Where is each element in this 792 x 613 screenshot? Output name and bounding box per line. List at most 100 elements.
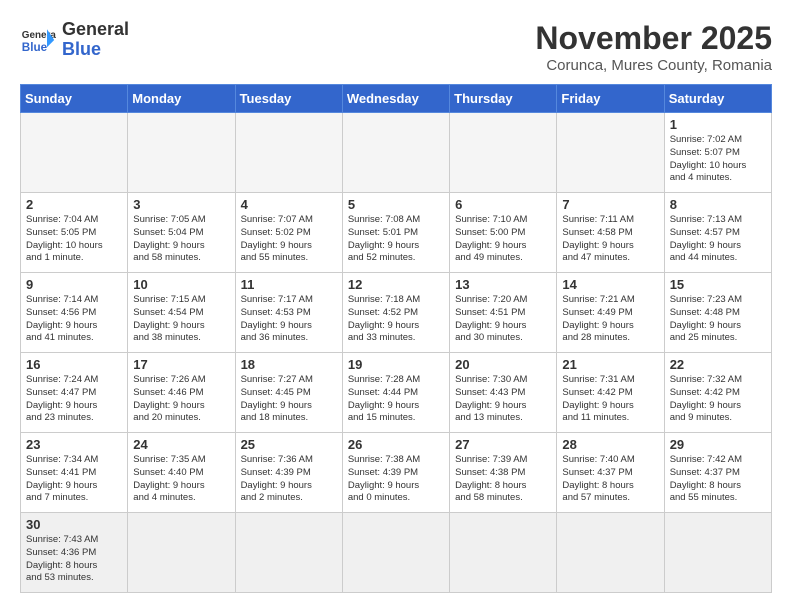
day-info: Sunrise: 7:08 AM Sunset: 5:01 PM Dayligh… (348, 214, 444, 265)
calendar-week-row: 2 Sunrise: 7:04 AM Sunset: 5:05 PM Daylig… (21, 193, 772, 273)
day-number: 11 (241, 277, 337, 292)
day-info: Sunrise: 7:14 AM Sunset: 4:56 PM Dayligh… (26, 294, 122, 345)
day-info: Sunrise: 7:39 AM Sunset: 4:38 PM Dayligh… (455, 454, 551, 505)
day-number: 16 (26, 357, 122, 372)
day-info: Sunrise: 7:07 AM Sunset: 5:02 PM Dayligh… (241, 214, 337, 265)
logo-icon: General Blue (20, 22, 56, 58)
calendar-cell: 3 Sunrise: 7:05 AM Sunset: 5:04 PM Daylig… (128, 193, 235, 273)
page-header: General Blue General Blue November 2025 … (20, 20, 772, 74)
svg-text:Blue: Blue (22, 41, 48, 54)
day-number: 17 (133, 357, 229, 372)
day-number: 1 (670, 117, 766, 132)
calendar-cell: 5 Sunrise: 7:08 AM Sunset: 5:01 PM Daylig… (342, 193, 449, 273)
day-number: 6 (455, 197, 551, 212)
calendar-week-row: 9 Sunrise: 7:14 AM Sunset: 4:56 PM Daylig… (21, 273, 772, 353)
calendar-cell: 26 Sunrise: 7:38 AM Sunset: 4:39 PM Dayli… (342, 433, 449, 513)
day-info: Sunrise: 7:35 AM Sunset: 4:40 PM Dayligh… (133, 454, 229, 505)
weekday-header-thursday: Thursday (450, 85, 557, 113)
month-title: November 2025 (535, 20, 772, 57)
day-number: 9 (26, 277, 122, 292)
day-number: 3 (133, 197, 229, 212)
calendar-cell: 2 Sunrise: 7:04 AM Sunset: 5:05 PM Daylig… (21, 193, 128, 273)
day-info: Sunrise: 7:36 AM Sunset: 4:39 PM Dayligh… (241, 454, 337, 505)
calendar-cell: 21Sunrise: 7:31 AM Sunset: 4:42 PM Dayli… (557, 353, 664, 433)
day-info: Sunrise: 7:20 AM Sunset: 4:51 PM Dayligh… (455, 294, 551, 345)
calendar-cell: 27 Sunrise: 7:39 AM Sunset: 4:38 PM Dayli… (450, 433, 557, 513)
calendar-cell: 30 Sunrise: 7:43 AM Sunset: 4:36 PM Dayli… (21, 513, 128, 593)
day-number: 26 (348, 437, 444, 452)
calendar-cell: 16 Sunrise: 7:24 AM Sunset: 4:47 PM Dayli… (21, 353, 128, 433)
calendar-cell: 7Sunrise: 7:11 AM Sunset: 4:58 PM Daylig… (557, 193, 664, 273)
day-number: 2 (26, 197, 122, 212)
calendar-cell (342, 513, 449, 593)
calendar-cell: 23Sunrise: 7:34 AM Sunset: 4:41 PM Dayli… (21, 433, 128, 513)
calendar-cell: 29Sunrise: 7:42 AM Sunset: 4:37 PM Dayli… (664, 433, 771, 513)
day-number: 13 (455, 277, 551, 292)
weekday-header-wednesday: Wednesday (342, 85, 449, 113)
day-info: Sunrise: 7:04 AM Sunset: 5:05 PM Dayligh… (26, 214, 122, 265)
day-info: Sunrise: 7:13 AM Sunset: 4:57 PM Dayligh… (670, 214, 766, 265)
day-number: 21 (562, 357, 658, 372)
calendar-cell: 11Sunrise: 7:17 AM Sunset: 4:53 PM Dayli… (235, 273, 342, 353)
day-info: Sunrise: 7:42 AM Sunset: 4:37 PM Dayligh… (670, 454, 766, 505)
day-info: Sunrise: 7:02 AM Sunset: 5:07 PM Dayligh… (670, 134, 766, 185)
calendar-cell: 13 Sunrise: 7:20 AM Sunset: 4:51 PM Dayli… (450, 273, 557, 353)
day-number: 27 (455, 437, 551, 452)
weekday-header-tuesday: Tuesday (235, 85, 342, 113)
location-subtitle: Corunca, Mures County, Romania (535, 57, 772, 74)
day-info: Sunrise: 7:05 AM Sunset: 5:04 PM Dayligh… (133, 214, 229, 265)
day-info: Sunrise: 7:43 AM Sunset: 4:36 PM Dayligh… (26, 534, 122, 585)
day-number: 19 (348, 357, 444, 372)
day-info: Sunrise: 7:15 AM Sunset: 4:54 PM Dayligh… (133, 294, 229, 345)
calendar-cell (128, 513, 235, 593)
day-info: Sunrise: 7:24 AM Sunset: 4:47 PM Dayligh… (26, 374, 122, 425)
day-info: Sunrise: 7:18 AM Sunset: 4:52 PM Dayligh… (348, 294, 444, 345)
calendar-cell: 8 Sunrise: 7:13 AM Sunset: 4:57 PM Daylig… (664, 193, 771, 273)
calendar-cell (557, 513, 664, 593)
logo: General Blue General Blue (20, 20, 129, 60)
day-number: 4 (241, 197, 337, 212)
day-number: 10 (133, 277, 229, 292)
calendar-cell (21, 113, 128, 193)
day-info: Sunrise: 7:40 AM Sunset: 4:37 PM Dayligh… (562, 454, 658, 505)
calendar-cell: 15Sunrise: 7:23 AM Sunset: 4:48 PM Dayli… (664, 273, 771, 353)
day-info: Sunrise: 7:21 AM Sunset: 4:49 PM Dayligh… (562, 294, 658, 345)
day-number: 12 (348, 277, 444, 292)
calendar-cell: 22 Sunrise: 7:32 AM Sunset: 4:42 PM Dayli… (664, 353, 771, 433)
calendar-week-row: 30 Sunrise: 7:43 AM Sunset: 4:36 PM Dayli… (21, 513, 772, 593)
day-number: 7 (562, 197, 658, 212)
calendar-cell: 6Sunrise: 7:10 AM Sunset: 5:00 PM Daylig… (450, 193, 557, 273)
day-number: 14 (562, 277, 658, 292)
day-number: 22 (670, 357, 766, 372)
weekday-header-friday: Friday (557, 85, 664, 113)
calendar-cell: 19Sunrise: 7:28 AM Sunset: 4:44 PM Dayli… (342, 353, 449, 433)
calendar-week-row: 23Sunrise: 7:34 AM Sunset: 4:41 PM Dayli… (21, 433, 772, 513)
calendar-week-row: 1 Sunrise: 7:02 AM Sunset: 5:07 PM Daylig… (21, 113, 772, 193)
calendar-cell (450, 113, 557, 193)
day-info: Sunrise: 7:26 AM Sunset: 4:46 PM Dayligh… (133, 374, 229, 425)
day-number: 28 (562, 437, 658, 452)
day-number: 20 (455, 357, 551, 372)
day-number: 30 (26, 517, 122, 532)
weekday-header-saturday: Saturday (664, 85, 771, 113)
calendar-cell: 1 Sunrise: 7:02 AM Sunset: 5:07 PM Daylig… (664, 113, 771, 193)
calendar-cell: 4 Sunrise: 7:07 AM Sunset: 5:02 PM Daylig… (235, 193, 342, 273)
day-info: Sunrise: 7:34 AM Sunset: 4:41 PM Dayligh… (26, 454, 122, 505)
day-number: 25 (241, 437, 337, 452)
day-number: 15 (670, 277, 766, 292)
calendar-cell: 17 Sunrise: 7:26 AM Sunset: 4:46 PM Dayli… (128, 353, 235, 433)
calendar-cell: 9 Sunrise: 7:14 AM Sunset: 4:56 PM Daylig… (21, 273, 128, 353)
calendar-cell (557, 113, 664, 193)
day-info: Sunrise: 7:27 AM Sunset: 4:45 PM Dayligh… (241, 374, 337, 425)
title-block: November 2025 Corunca, Mures County, Rom… (535, 20, 772, 74)
day-number: 5 (348, 197, 444, 212)
calendar-cell: 24Sunrise: 7:35 AM Sunset: 4:40 PM Dayli… (128, 433, 235, 513)
day-info: Sunrise: 7:32 AM Sunset: 4:42 PM Dayligh… (670, 374, 766, 425)
calendar-cell (128, 113, 235, 193)
calendar-cell: 10 Sunrise: 7:15 AM Sunset: 4:54 PM Dayli… (128, 273, 235, 353)
day-info: Sunrise: 7:38 AM Sunset: 4:39 PM Dayligh… (348, 454, 444, 505)
calendar-cell: 18Sunrise: 7:27 AM Sunset: 4:45 PM Dayli… (235, 353, 342, 433)
weekday-header-monday: Monday (128, 85, 235, 113)
calendar-cell (450, 513, 557, 593)
day-number: 8 (670, 197, 766, 212)
